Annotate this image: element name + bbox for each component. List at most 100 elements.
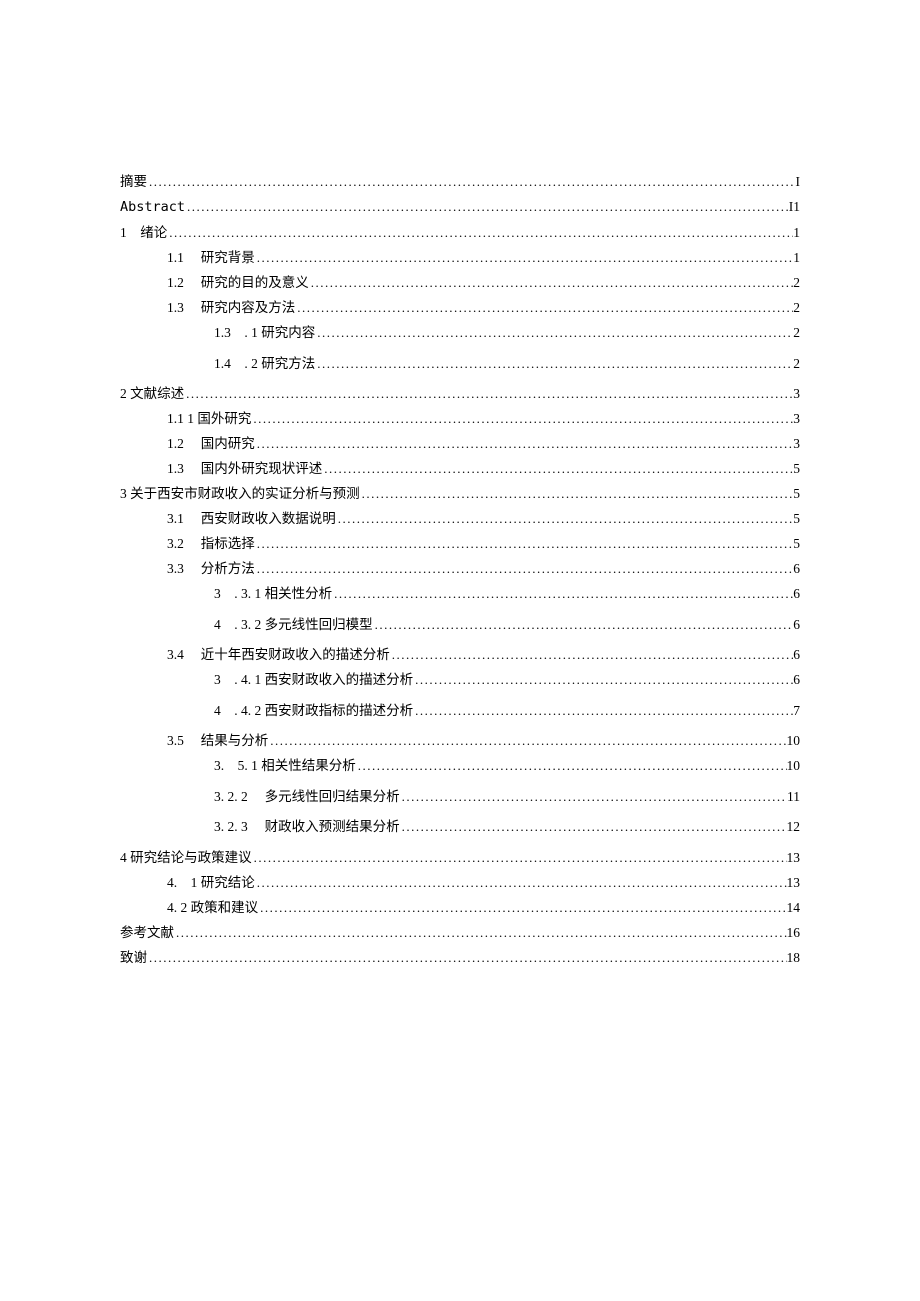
toc-entry: 3. 5. 1 相关性结果分析 10 [120,759,800,773]
toc-entry-page: 5 [793,512,800,526]
toc-dot-leader [360,487,794,500]
toc-entry-page: 5 [793,462,800,476]
toc-entry-label: 1.2 研究的目的及意义 [167,276,309,290]
toc-dot-leader [356,759,787,772]
toc-entry-label: 3 关于西安市财政收入的实证分析与预测 [120,487,360,501]
toc-entry: 1.2 研究的目的及意义 2 [120,276,800,290]
toc-entry-label: 致谢 [120,951,147,965]
toc-entry-page: 6 [793,648,800,662]
toc-dot-leader [184,387,793,400]
toc-dot-leader [390,648,794,661]
toc-dot-leader [251,412,793,425]
toc-entry-label: 1.3 国内外研究现状评述 [167,462,322,476]
toc-entry-label: 3. 2. 3 财政收入预测结果分析 [214,820,400,834]
toc-entry-label: 4 研究结论与政策建议 [120,851,252,865]
toc-entry: 摘要 I [120,175,800,189]
toc-dot-leader [413,673,793,686]
toc-entry-label: 1.3 . 1 研究内容 [214,326,315,340]
toc-dot-leader [258,901,786,914]
toc-entry: 3 关于西安市财政收入的实证分析与预测 5 [120,487,800,501]
toc-entry-label: 3.3 分析方法 [167,562,255,576]
toc-dot-leader [322,462,793,475]
toc-entry: 1.3 . 1 研究内容 2 [120,326,800,340]
toc-entry-label: 3 . 4. 1 西安财政收入的描述分析 [214,673,413,687]
toc-entry-label: 3.5 结果与分析 [167,734,268,748]
toc-entry: 1.3 研究内容及方法 2 [120,301,800,315]
toc-dot-leader [268,734,786,747]
toc-entry-page: 2 [793,276,800,290]
toc-entry-page: I1 [789,200,800,214]
toc-entry-label: 1.1 研究背景 [167,251,255,265]
toc-entry-page: 16 [787,926,801,940]
toc-entry: 4 . 3. 2 多元线性回归模型 6 [120,618,800,632]
toc-entry: 3 . 4. 1 西安财政收入的描述分析6 [120,673,800,687]
toc-entry-page: 3 [793,387,800,401]
toc-entry: 1.1 研究背景 1 [120,251,800,265]
toc-dot-leader [167,226,793,239]
toc-entry-page: 1 [793,226,800,240]
toc-dot-leader [295,301,793,314]
toc-entry: 1 绪论 1 [120,226,800,240]
toc-entry-page: 3 [793,412,800,426]
toc-entry-label: 1.4 . 2 研究方法 [214,357,315,371]
toc-entry-label: 4 . 3. 2 多元线性回归模型 [214,618,373,632]
toc-entry-label: 1.1 1 国外研究 [167,412,251,426]
toc-entry: 1.3 国内外研究现状评述 5 [120,462,800,476]
toc-entry: 3 . 3. 1 相关性分析 6 [120,587,800,601]
toc-dot-leader [255,251,794,264]
toc-entry-page: 12 [787,820,801,834]
toc-entry: 4. 2 政策和建议14 [120,901,800,915]
toc-entry-label: 4 . 4. 2 西安财政指标的描述分析 [214,704,413,718]
toc-dot-leader [315,326,793,339]
toc-entry-label: 3. 5. 1 相关性结果分析 [214,759,356,773]
toc-entry-page: 11 [787,790,800,804]
toc-entry-page: 18 [787,951,801,965]
toc-dot-leader [400,790,787,803]
toc-entry: 4 研究结论与政策建议13 [120,851,800,865]
toc-entry-label: 3 . 3. 1 相关性分析 [214,587,332,601]
toc-entry-label: 1.3 研究内容及方法 [167,301,295,315]
toc-entry-page: 2 [793,326,800,340]
toc-entry-label: 3.1 西安财政收入数据说明 [167,512,336,526]
toc-entry: 3.1 西安财政收入数据说明 5 [120,512,800,526]
toc-entry: 4. 1 研究结论 13 [120,876,800,890]
document-page: 摘要 IAbstract I11 绪论 11.1 研究背景11.2 研究的目的及… [0,0,920,1301]
toc-dot-leader [400,820,787,833]
toc-entry: 3. 2. 3 财政收入预测结果分析 12 [120,820,800,834]
toc-entry-page: 2 [793,301,800,315]
toc-entry-label: 3.2 指标选择 [167,537,255,551]
toc-dot-leader [147,175,796,188]
toc-entry-label: 4. 2 政策和建议 [167,901,258,915]
toc-entry-page: 7 [793,704,800,718]
toc-entry-label: 4. 1 研究结论 [167,876,255,890]
toc-entry: 4 . 4. 2 西安财政指标的描述分析 7 [120,704,800,718]
toc-dot-leader [413,704,793,717]
toc-entry-page: 2 [793,357,800,371]
toc-entry-label: 摘要 [120,175,147,189]
toc-entry-page: 6 [793,587,800,601]
toc-entry-page: 6 [793,618,800,632]
toc-dot-leader [373,618,794,631]
toc-entry-page: 5 [793,487,800,501]
toc-dot-leader [255,562,794,575]
toc-dot-leader [185,200,789,213]
toc-entry: 1.1 1 国外研究 3 [120,412,800,426]
toc-entry-label: Abstract [120,201,185,215]
toc-dot-leader [255,537,794,550]
toc-entry: 3.5 结果与分析10 [120,734,800,748]
toc-entry-page: 3 [793,437,800,451]
toc-dot-leader [309,276,794,289]
toc-entry: 3.3 分析方法6 [120,562,800,576]
toc-dot-leader [255,437,794,450]
toc-entry-page: 1 [793,251,800,265]
toc-entry-label: 2 文献综述 [120,387,184,401]
toc-entry-label: 参考文献 [120,926,174,940]
toc-dot-leader [147,951,787,964]
toc-entry-page: I [796,175,801,189]
toc-dot-leader [336,512,794,525]
toc-entry: 致谢 18 [120,951,800,965]
toc-entry: 1.4 . 2 研究方法 2 [120,357,800,371]
toc-dot-leader [332,587,793,600]
toc-entry: 2 文献综述 3 [120,387,800,401]
toc-entry-page: 10 [787,759,801,773]
